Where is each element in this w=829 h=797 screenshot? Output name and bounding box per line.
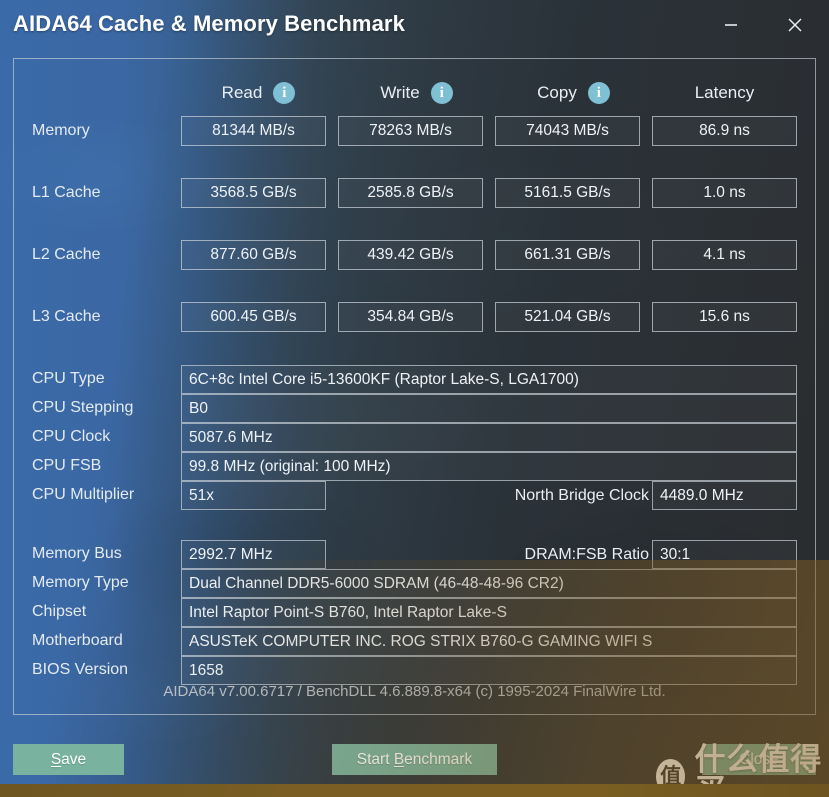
value-cpu-fsb: 99.8 MHz (original: 100 MHz) (181, 452, 797, 481)
row-label-l1-cache: L1 Cache (32, 184, 101, 201)
cell-l1-latency: 1.0 ns (652, 178, 797, 208)
value-north-bridge-clock: 4489.0 MHz (652, 481, 797, 510)
cell-l2-write: 439.42 GB/s (338, 240, 483, 270)
value-memory-bus: 2992.7 MHz (181, 540, 326, 569)
start-benchmark-button[interactable]: Start Benchmark (332, 744, 497, 775)
value-cpu-clock: 5087.6 MHz (181, 423, 797, 452)
column-header-latency: Latency (652, 79, 797, 107)
row-label-l2-cache: L2 Cache (32, 246, 101, 263)
column-header-latency-label: Latency (694, 83, 755, 102)
row-label-memory: Memory (32, 122, 90, 139)
value-motherboard: ASUSTeK COMPUTER INC. ROG STRIX B760-G G… (181, 627, 797, 656)
label-chipset: Chipset (32, 603, 87, 620)
cell-l3-latency: 15.6 ns (652, 302, 797, 332)
start-benchmark-label: Start Benchmark (357, 751, 472, 769)
label-cpu-multiplier: CPU Multiplier (32, 486, 135, 503)
read-info-icon[interactable]: i (273, 82, 296, 104)
value-memory-type: Dual Channel DDR5-6000 SDRAM (46-48-48-9… (181, 569, 797, 598)
cell-l1-write: 2585.8 GB/s (338, 178, 483, 208)
label-memory-bus: Memory Bus (32, 545, 122, 562)
cell-memory-latency: 86.9 ns (652, 116, 797, 146)
cell-l2-latency: 4.1 ns (652, 240, 797, 270)
bottom-accent-strip (0, 784, 829, 797)
column-header-read-label: Read (221, 83, 263, 102)
cell-l3-copy: 521.04 GB/s (495, 302, 640, 332)
cell-l1-copy: 5161.5 GB/s (495, 178, 640, 208)
column-header-copy-label: Copy (537, 83, 577, 102)
cell-l3-write: 354.84 GB/s (338, 302, 483, 332)
cell-l2-read: 877.60 GB/s (181, 240, 326, 270)
write-info-icon[interactable]: i (430, 82, 453, 104)
save-rest-letters: ave (61, 750, 87, 768)
value-cpu-type: 6C+8c Intel Core i5-13600KF (Raptor Lake… (181, 365, 797, 394)
close-button-label: Close (739, 750, 779, 768)
start-accel-letter: B (393, 750, 405, 768)
close-window-button[interactable] (774, 6, 816, 44)
label-cpu-clock: CPU Clock (32, 428, 111, 445)
window-title: AIDA64 Cache & Memory Benchmark (13, 11, 405, 36)
title-bar: AIDA64 Cache & Memory Benchmark (0, 0, 829, 52)
minimize-button[interactable] (710, 6, 752, 44)
label-cpu-fsb: CPU FSB (32, 457, 102, 474)
label-cpu-stepping: CPU Stepping (32, 399, 134, 416)
cell-memory-read: 81344 MB/s (181, 116, 326, 146)
minimize-icon (725, 24, 737, 26)
label-bios-version: BIOS Version (32, 661, 129, 678)
save-button[interactable]: Save (13, 744, 124, 775)
content-panel: Read i Write i Copy i Latency Memory 813… (13, 58, 816, 715)
value-cpu-stepping: B0 (181, 394, 797, 423)
aida64-benchmark-window: AIDA64 Cache & Memory Benchmark Read i W… (0, 0, 829, 797)
label-north-bridge-clock: North Bridge Clock (514, 486, 649, 504)
column-header-write-label: Write (380, 83, 420, 102)
value-cpu-multiplier: 51x (181, 481, 326, 510)
start-pre-letters: Start (356, 750, 394, 768)
save-button-label: Save (51, 751, 86, 769)
cell-l2-copy: 661.31 GB/s (495, 240, 640, 270)
save-accel-letter: S (50, 750, 62, 768)
value-dram-fsb-ratio: 30:1 (652, 540, 797, 569)
copy-info-icon[interactable]: i (587, 82, 610, 104)
value-chipset: Intel Raptor Point-S B760, Intel Raptor … (181, 598, 797, 627)
column-header-copy: Copy i (481, 79, 666, 107)
cell-memory-write: 78263 MB/s (338, 116, 483, 146)
row-label-l3-cache: L3 Cache (32, 308, 101, 325)
label-dram-fsb-ratio: DRAM:FSB Ratio (524, 545, 649, 563)
label-memory-type: Memory Type (32, 574, 129, 591)
close-icon (788, 18, 802, 32)
start-rest-letters: enchmark (404, 750, 473, 768)
version-credit-text: AIDA64 v7.00.6717 / BenchDLL 4.6.889.8-x… (163, 683, 666, 700)
label-cpu-type: CPU Type (32, 370, 105, 387)
close-button[interactable]: Close (702, 744, 816, 775)
value-bios-version: 1658 (181, 656, 797, 685)
cell-l1-read: 3568.5 GB/s (181, 178, 326, 208)
benchmark-column-headers: Read i Write i Copy i Latency (14, 79, 815, 107)
cell-memory-copy: 74043 MB/s (495, 116, 640, 146)
label-motherboard: Motherboard (32, 632, 123, 649)
cell-l3-read: 600.45 GB/s (181, 302, 326, 332)
